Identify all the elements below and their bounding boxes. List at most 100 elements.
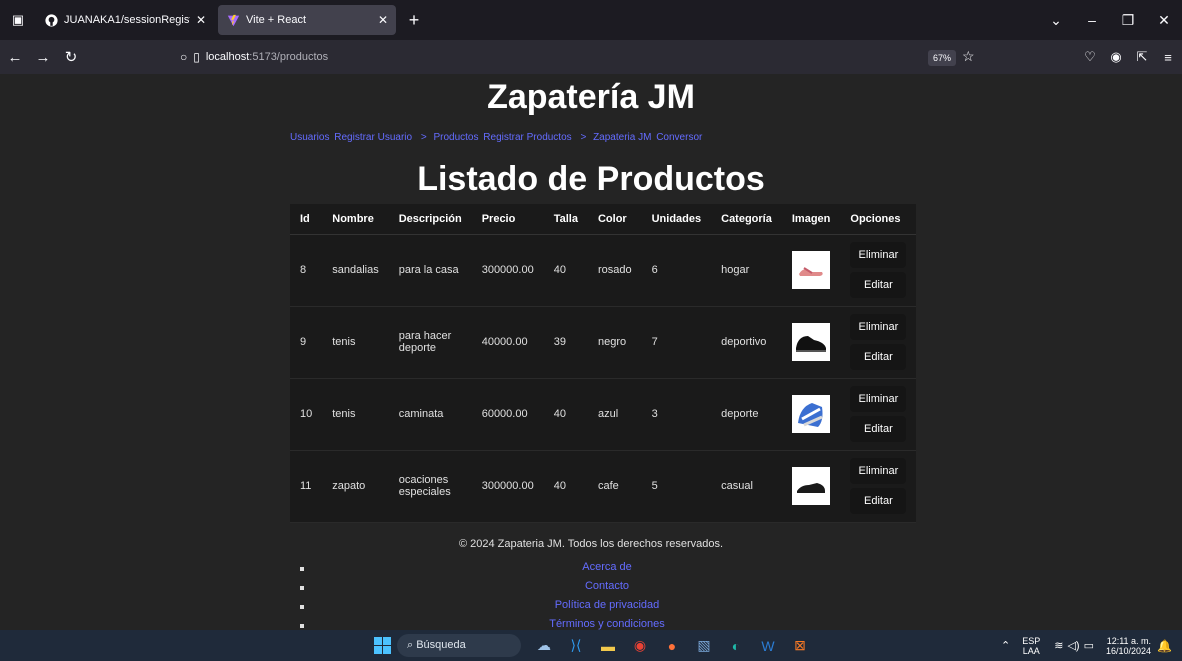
close-window-icon[interactable]: ✕ bbox=[1146, 12, 1182, 29]
taskbar-search[interactable]: ⌕ Búsqueda bbox=[397, 634, 521, 657]
zoom-badge[interactable]: 67% bbox=[928, 50, 957, 66]
column-header: Opciones bbox=[840, 204, 917, 235]
tab-title: Vite + React bbox=[246, 14, 307, 26]
cell-descripcion: para hacer deporte bbox=[388, 306, 472, 379]
file-explorer-icon[interactable]: ▬ bbox=[592, 633, 624, 658]
delete-button[interactable]: Eliminar bbox=[850, 314, 907, 340]
table-row: 8 sandalias para la casa 300000.00 40 ro… bbox=[290, 234, 917, 307]
brand-title: Zapatería JM bbox=[487, 78, 695, 116]
nav-link-registrar-usuario[interactable]: Registrar Usuario bbox=[334, 132, 412, 143]
footer-copyright: © 2024 Zapateria JM. Todos los derechos … bbox=[458, 538, 724, 550]
edit-button[interactable]: Editar bbox=[850, 488, 907, 514]
nav-link-registrar-productos[interactable]: Registrar Productos bbox=[483, 132, 571, 143]
extensions-icon[interactable]: ⇱ bbox=[1130, 49, 1154, 65]
cell-unidades: 5 bbox=[641, 450, 712, 523]
taskbar-apps: ☁ ⟩⟨ ▬ ◉ ● ▧ ◐ W ⊠ bbox=[528, 633, 816, 658]
close-icon[interactable]: ✕ bbox=[378, 13, 388, 27]
forward-icon[interactable]: → bbox=[30, 49, 56, 66]
bullet-icon bbox=[300, 605, 304, 609]
chevron-down-icon[interactable]: ⌄ bbox=[1038, 12, 1074, 29]
column-header: Talla bbox=[543, 204, 588, 235]
cell-precio: 300000.00 bbox=[471, 234, 544, 307]
new-tab-icon[interactable]: + bbox=[402, 10, 426, 31]
delete-button[interactable]: Eliminar bbox=[850, 242, 907, 268]
cell-talla: 40 bbox=[543, 378, 588, 451]
nav-link-conversor[interactable]: Conversor bbox=[656, 132, 702, 143]
tab-github[interactable]: JUANAKA1/sessionRegistro ✕ bbox=[36, 5, 214, 35]
chrome-icon[interactable]: ◉ bbox=[624, 633, 656, 658]
nav-separator: > bbox=[580, 132, 587, 143]
cell-color: cafe bbox=[587, 450, 642, 523]
wifi-icon[interactable]: ≋ bbox=[1054, 639, 1063, 652]
minimize-icon[interactable]: – bbox=[1074, 12, 1110, 28]
footer-link-contact[interactable]: Contacto bbox=[585, 580, 629, 592]
tab-vite[interactable]: Vite + React ✕ bbox=[218, 5, 396, 35]
edit-button[interactable]: Editar bbox=[850, 416, 907, 442]
url-bar[interactable]: ○ ▯ localhost:5173/productos bbox=[180, 44, 980, 70]
column-header: Categoría bbox=[711, 204, 782, 235]
back-icon[interactable]: ← bbox=[2, 49, 28, 66]
bookmark-star-icon[interactable]: ☆ bbox=[962, 48, 975, 65]
footer-links: Acerca de Contacto Política de privacida… bbox=[300, 561, 914, 630]
nav-link-usuarios[interactable]: Usuarios bbox=[290, 132, 329, 143]
edit-button[interactable]: Editar bbox=[850, 344, 907, 370]
cell-descripcion: caminata bbox=[388, 378, 472, 451]
cell-id: 9 bbox=[290, 306, 323, 379]
tab-list-icon[interactable]: ▣ bbox=[4, 6, 32, 34]
cell-descripcion: para la casa bbox=[388, 234, 472, 307]
nav-link-zapateria[interactable]: Zapateria JM bbox=[593, 132, 651, 143]
windows-taskbar: ⌕ Búsqueda ☁ ⟩⟨ ▬ ◉ ● ▧ ◐ W ⊠ ⌃ ESP LAA … bbox=[0, 630, 1182, 661]
vscode-icon[interactable]: ⟩⟨ bbox=[560, 633, 592, 658]
tab-title: JUANAKA1/sessionRegistro bbox=[64, 14, 190, 26]
footer-link-privacy[interactable]: Política de privacidad bbox=[555, 599, 660, 611]
nav-link-productos[interactable]: Productos bbox=[433, 132, 478, 143]
word-icon[interactable]: W bbox=[752, 633, 784, 658]
edge-icon[interactable]: ◐ bbox=[720, 633, 752, 658]
blue-sneaker-image bbox=[791, 395, 830, 433]
battery-icon[interactable]: ▭ bbox=[1084, 639, 1094, 652]
bullet-icon bbox=[300, 567, 304, 571]
url-host: localhost bbox=[205, 51, 250, 63]
edit-button[interactable]: Editar bbox=[850, 272, 907, 298]
cell-talla: 40 bbox=[543, 234, 588, 307]
widgets-icon[interactable]: ☁ bbox=[528, 633, 560, 658]
firefox-icon[interactable]: ● bbox=[656, 633, 688, 658]
windows-start-icon[interactable] bbox=[374, 637, 391, 654]
cell-color: negro bbox=[587, 306, 642, 379]
products-table: Id Nombre Descripción Precio Talla Color… bbox=[290, 204, 917, 523]
bullet-icon bbox=[300, 586, 304, 590]
pocket-icon[interactable]: ♡ bbox=[1078, 49, 1102, 65]
reload-icon[interactable]: ↻ bbox=[58, 48, 84, 66]
cell-categoria: casual bbox=[711, 450, 782, 523]
column-header: Imagen bbox=[781, 204, 841, 235]
page-title: Listado de Productos bbox=[417, 160, 765, 198]
chevron-up-icon[interactable]: ⌃ bbox=[1001, 639, 1010, 652]
table-row: 10 tenis caminata 60000.00 40 azul 3 dep… bbox=[290, 378, 917, 451]
cell-precio: 300000.00 bbox=[471, 450, 544, 523]
shield-icon: ○ bbox=[180, 50, 188, 64]
cell-categoria: deportivo bbox=[711, 306, 782, 379]
column-header: Color bbox=[587, 204, 642, 235]
close-icon[interactable]: ✕ bbox=[196, 13, 206, 27]
footer-link-terms[interactable]: Términos y condiciones bbox=[549, 618, 665, 630]
xampp-icon[interactable]: ⊠ bbox=[784, 633, 816, 658]
cell-color: rosado bbox=[587, 234, 642, 307]
footer-link-about[interactable]: Acerca de bbox=[582, 561, 632, 573]
cell-nombre: tenis bbox=[322, 306, 389, 379]
media-player-icon[interactable]: ▧ bbox=[688, 633, 720, 658]
menu-icon[interactable]: ≡ bbox=[1156, 50, 1180, 65]
black-sneaker-image bbox=[791, 323, 830, 361]
search-placeholder: Búsqueda bbox=[416, 639, 466, 651]
bullet-icon bbox=[300, 624, 304, 628]
account-icon[interactable]: ◉ bbox=[1104, 49, 1128, 65]
browser-tab-bar: ▣ JUANAKA1/sessionRegistro ✕ Vite + Reac… bbox=[0, 0, 1182, 40]
clock[interactable]: 12:11 a. m. 16/10/2024 bbox=[1106, 636, 1151, 656]
column-header: Unidades bbox=[641, 204, 712, 235]
delete-button[interactable]: Eliminar bbox=[850, 458, 907, 484]
delete-button[interactable]: Eliminar bbox=[850, 386, 907, 412]
volume-icon[interactable]: ◁) bbox=[1067, 639, 1079, 652]
restore-icon[interactable]: ❐ bbox=[1110, 12, 1146, 29]
notification-bell-icon[interactable]: 🔔 bbox=[1157, 639, 1172, 653]
language-indicator[interactable]: ESP LAA bbox=[1022, 636, 1040, 656]
cell-descripcion: ocaciones especiales bbox=[388, 450, 472, 523]
